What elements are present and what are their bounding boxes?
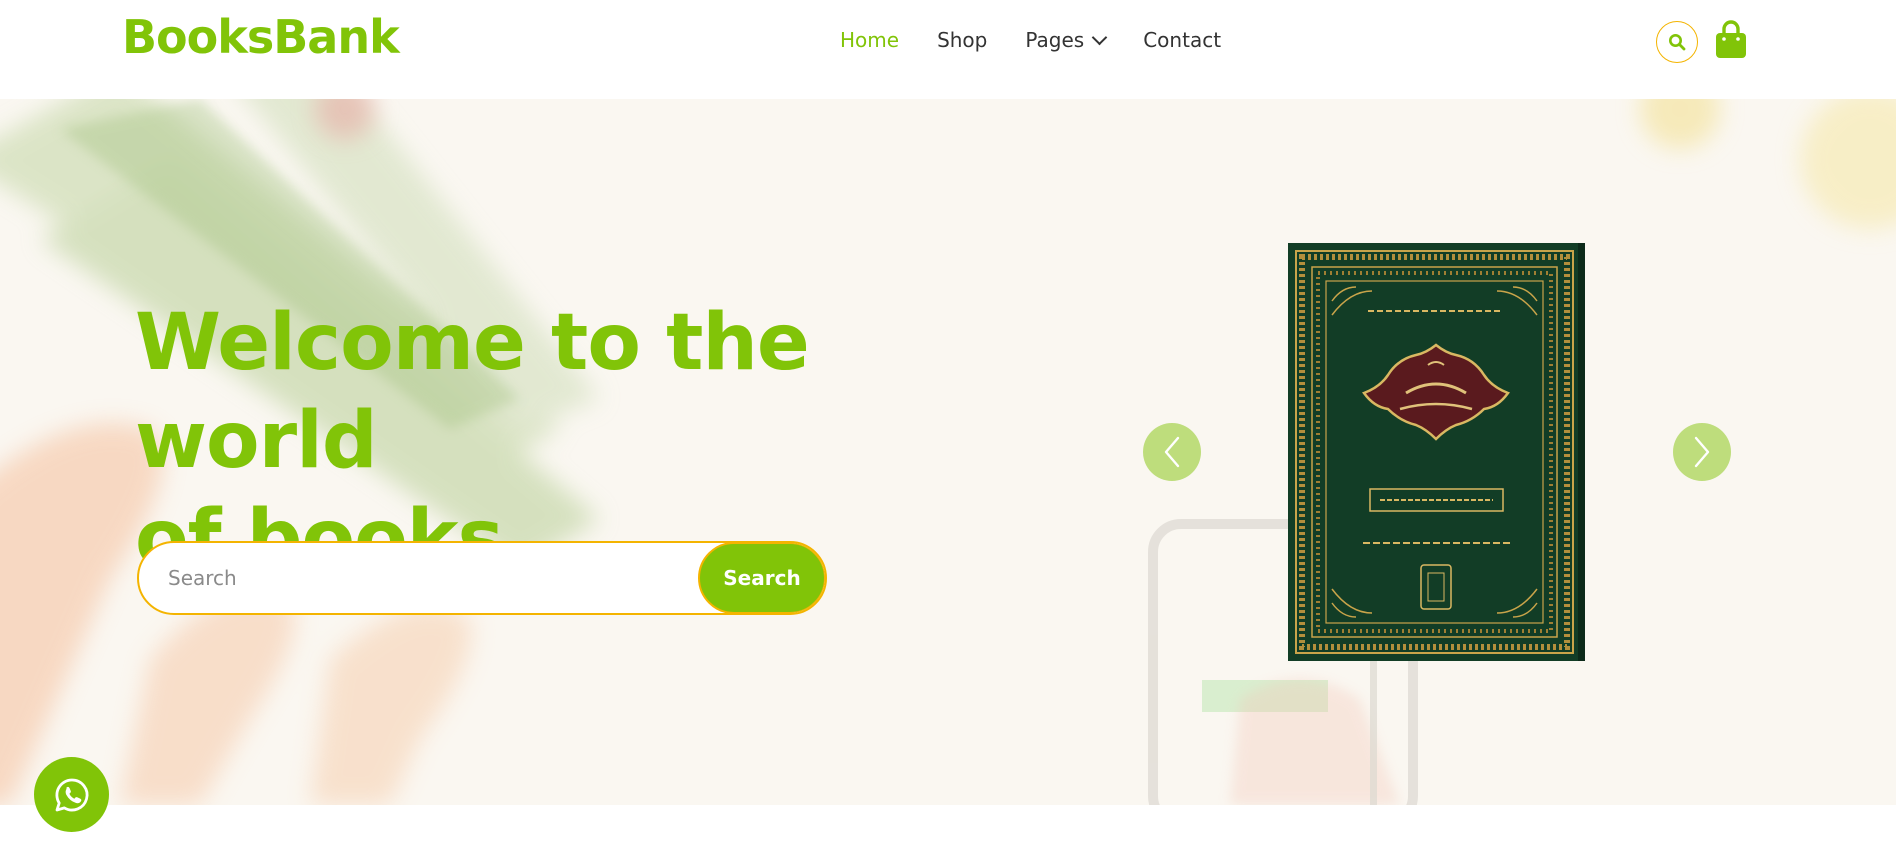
nav-shop[interactable]: Shop [937, 28, 987, 52]
nav-pages-label: Pages [1025, 28, 1085, 52]
nav-contact-label: Contact [1143, 28, 1222, 52]
hero-title-line1: Welcome to the world [135, 298, 810, 486]
whatsapp-icon [55, 778, 88, 811]
nav-home-label: Home [840, 28, 900, 52]
carousel-next-button[interactable] [1673, 423, 1731, 481]
nav-contact[interactable]: Contact [1143, 28, 1221, 52]
shopping-bag-icon [1716, 20, 1746, 58]
chevron-right-icon [1694, 436, 1710, 468]
featured-book-image[interactable] [1288, 243, 1585, 661]
chevron-left-icon [1164, 436, 1180, 468]
hero-search-bar: Search [137, 541, 827, 615]
site-header: BooksBank Home Shop Pages Contact [0, 0, 1896, 99]
search-icon [1669, 34, 1686, 51]
nav-home[interactable]: Home [840, 28, 899, 52]
hero-search-button[interactable]: Search [698, 543, 825, 613]
nav-pages[interactable]: Pages [1025, 28, 1108, 52]
brand-logo[interactable]: BooksBank [122, 10, 400, 64]
main-nav: Home Shop Pages Contact [840, 28, 1221, 52]
hero-section: Welcome to the world of books. Search [0, 99, 1896, 805]
whatsapp-chat-button[interactable] [34, 757, 109, 832]
header-search-button[interactable] [1656, 21, 1698, 63]
nav-shop-label: Shop [937, 28, 988, 52]
cart-button[interactable] [1715, 20, 1747, 60]
chevron-down-icon [1091, 29, 1108, 45]
carousel-prev-button[interactable] [1143, 423, 1201, 481]
hero-search-input[interactable] [139, 543, 699, 613]
